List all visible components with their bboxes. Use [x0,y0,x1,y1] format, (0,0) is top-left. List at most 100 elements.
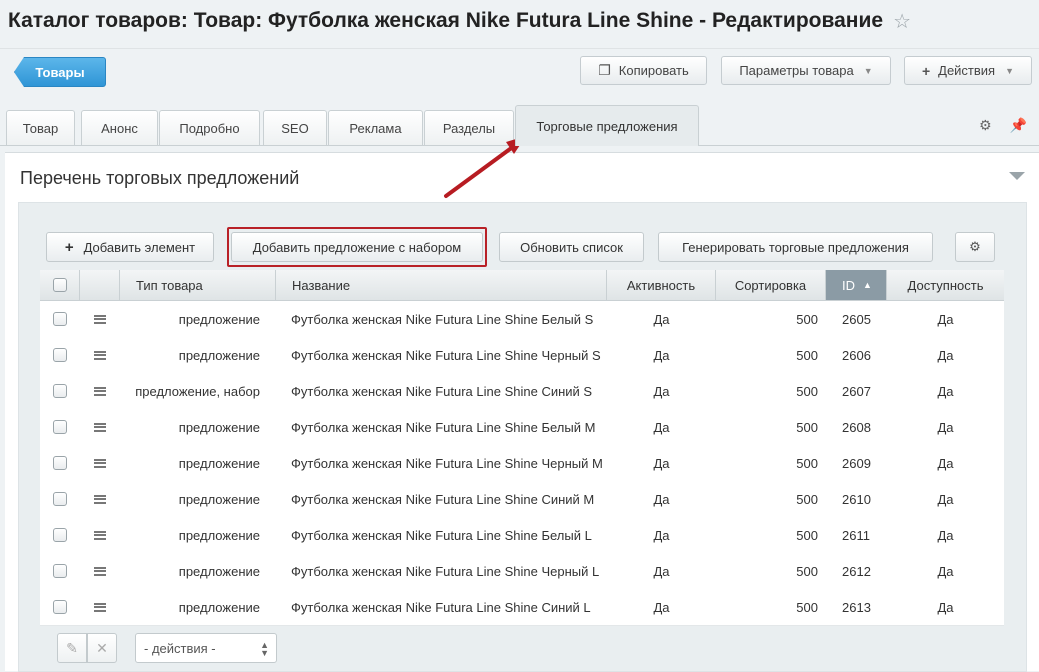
table-row[interactable]: предложение Футболка женская Nike Futura … [40,337,1004,374]
header-type[interactable]: Тип товара [120,270,276,300]
hamburger-menu-icon[interactable] [94,386,106,396]
cell-id: 2606 [842,347,871,363]
sort-asc-icon: ▲ [863,280,872,290]
chevron-down-icon: ▼ [1005,65,1015,76]
hamburger-menu-icon[interactable] [94,350,106,360]
cell-sort: 500 [796,455,818,471]
add-element-button[interactable]: + Добавить элемент [46,232,214,262]
table-row[interactable]: предложение, набор Футболка женская Nike … [40,373,1004,410]
copy-label: Копировать [618,63,689,78]
cell-active: Да [653,563,670,579]
tab-detail[interactable]: Подробно [159,110,260,145]
table-row[interactable]: предложение Футболка женская Nike Futura … [40,553,1004,590]
header-select-all[interactable] [40,270,80,300]
cell-id: 2612 [842,563,871,579]
table-row[interactable]: предложение Футболка женская Nike Futura … [40,589,1004,626]
table-row[interactable]: предложение Футболка женская Nike Futura … [40,445,1004,482]
tab-advertising[interactable]: Реклама [328,110,423,145]
row-checkbox[interactable] [53,528,67,542]
cell-name[interactable]: Футболка женская Nike Futura Line Shine … [276,409,607,445]
cell-name[interactable]: Футболка женская Nike Futura Line Shine … [276,337,607,373]
row-checkbox[interactable] [53,600,67,614]
table-row[interactable]: предложение Футболка женская Nike Futura … [40,517,1004,554]
hamburger-menu-icon[interactable] [94,566,106,576]
header-id[interactable]: ID ▲ [826,270,887,300]
refresh-list-button[interactable]: Обновить список [499,232,644,262]
actions-button[interactable]: + Действия ▼ [904,56,1032,85]
hamburger-menu-icon[interactable] [94,422,106,432]
plus-icon: + [921,62,931,79]
product-params-button[interactable]: Параметры товара ▼ [721,56,891,85]
tab-product[interactable]: Товар [6,110,75,145]
cell-sort: 500 [796,563,818,579]
cell-active: Да [653,599,670,615]
chevron-down-icon: ▼ [863,65,873,76]
edit-pencil-icon[interactable]: ✎ [57,633,87,663]
row-checkbox[interactable] [53,492,67,506]
cell-availability: Да [937,347,954,363]
header-name[interactable]: Название [276,270,607,300]
delete-x-icon[interactable]: ✕ [87,633,117,663]
table-row[interactable]: предложение Футболка женская Nike Futura … [40,409,1004,446]
hamburger-menu-icon[interactable] [94,494,106,504]
tab-sections[interactable]: Разделы [424,110,514,145]
cell-active: Да [653,527,670,543]
cell-id: 2613 [842,599,871,615]
row-select [40,517,80,553]
row-select [40,301,80,337]
cell-availability: Да [937,311,954,327]
generate-offers-button[interactable]: Генерировать торговые предложения [658,232,933,262]
gear-icon[interactable]: ⚙ [979,117,992,134]
select-all-checkbox[interactable] [52,278,67,292]
cell-type: предложение [178,311,260,327]
table-row[interactable]: предложение Футболка женская Nike Futura … [40,301,1004,338]
row-checkbox[interactable] [53,420,67,434]
cell-name[interactable]: Футболка женская Nike Futura Line Shine … [276,589,607,625]
collapse-triangle-icon[interactable] [1009,172,1025,180]
cell-type: предложение [178,563,260,579]
cell-id: 2605 [842,311,871,327]
cell-type: предложение [178,527,260,543]
hamburger-menu-icon[interactable] [94,602,106,612]
cell-active: Да [653,347,670,363]
header-sort[interactable]: Сортировка [716,270,826,300]
row-handle [80,589,120,625]
tab-preview[interactable]: Анонс [81,110,158,145]
cell-type: предложение [178,455,260,471]
hamburger-menu-icon[interactable] [94,314,106,324]
tab-seo[interactable]: SEO [263,110,327,145]
row-handle [80,373,120,409]
header-active[interactable]: Активность [607,270,716,300]
table-row[interactable]: предложение Футболка женская Nike Futura … [40,481,1004,518]
cell-name[interactable]: Футболка женская Nike Futura Line Shine … [276,373,607,409]
group-actions-select[interactable]: - действия - ▲ ▼ [135,633,277,663]
header-handle [80,270,120,300]
cell-active: Да [653,491,670,507]
row-checkbox[interactable] [53,456,67,470]
hamburger-menu-icon[interactable] [94,530,106,540]
row-checkbox[interactable] [53,384,67,398]
row-checkbox[interactable] [53,348,67,362]
cell-name[interactable]: Футболка женская Nike Futura Line Shine … [276,301,607,337]
page-title: Каталог товаров: Товар: Футболка женская… [8,9,884,32]
cell-active: Да [653,455,670,471]
star-icon[interactable]: ☆ [893,9,911,34]
tab-trade-offers[interactable]: Торговые предложения [515,105,699,146]
row-handle [80,517,120,553]
cell-name[interactable]: Футболка женская Nike Futura Line Shine … [276,553,607,589]
cell-availability: Да [937,563,954,579]
row-checkbox[interactable] [53,312,67,326]
cell-name[interactable]: Футболка женская Nike Futura Line Shine … [276,445,607,481]
row-checkbox[interactable] [53,564,67,578]
header-availability[interactable]: Доступность [887,270,1004,300]
cell-name[interactable]: Футболка женская Nike Futura Line Shine … [276,481,607,517]
grid-settings-button[interactable]: ⚙ [955,232,995,262]
row-select [40,481,80,517]
back-to-products-button[interactable]: Товары [14,57,106,87]
copy-button[interactable]: ❐ Копировать [580,56,707,85]
row-handle [80,337,120,373]
hamburger-menu-icon[interactable] [94,458,106,468]
cell-name[interactable]: Футболка женская Nike Futura Line Shine … [276,517,607,553]
cell-id: 2610 [842,491,871,507]
pin-icon[interactable]: 📌 [1010,117,1027,134]
